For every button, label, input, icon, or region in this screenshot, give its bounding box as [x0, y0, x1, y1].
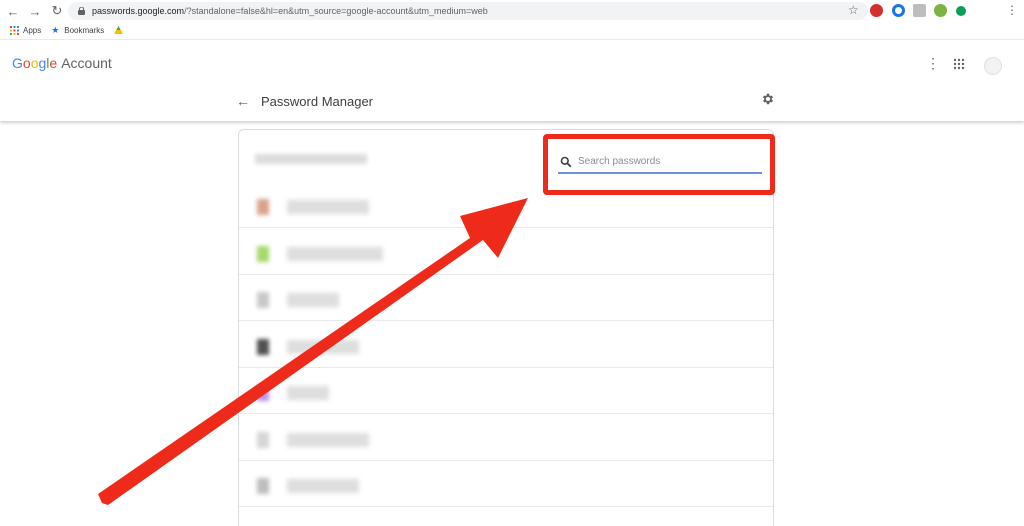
url-host: passwords.google.com [92, 6, 185, 16]
bookmark-apps-label: Apps [23, 26, 42, 35]
back-icon[interactable]: ← [236, 93, 250, 109]
extension-square-icon[interactable] [913, 4, 926, 17]
bookmark-star-icon[interactable]: ☆ [848, 3, 859, 17]
site-name-blurred [287, 200, 369, 214]
password-row[interactable] [239, 229, 773, 275]
browser-toolbar: ← → ↻ passwords.google.com/?standalone=f… [0, 0, 1024, 22]
site-favicon-icon [257, 199, 269, 215]
google-account-logo[interactable]: Google Account [12, 55, 112, 71]
search-input[interactable] [578, 153, 758, 169]
site-name-blurred [287, 432, 369, 447]
site-favicon-icon [257, 338, 269, 355]
forward-arrow-icon[interactable]: → [26, 2, 44, 20]
url-path: /?standalone=false&hl=en&utm_source=goog… [184, 6, 488, 16]
site-name-blurred [287, 386, 329, 400]
site-name-blurred [287, 293, 339, 307]
bookmark-bookmarks[interactable]: ★ Bookmarks [51, 25, 105, 36]
extension-ring-icon[interactable] [892, 4, 905, 17]
bookmark-apps[interactable]: Apps [10, 26, 41, 35]
search-underline [558, 172, 762, 174]
site-name-blurred [287, 339, 359, 354]
site-favicon-icon [257, 478, 269, 494]
chrome-menu-icon[interactable]: ⋮ [1006, 3, 1018, 17]
lock-icon [78, 6, 85, 15]
site-favicon-icon [257, 431, 269, 448]
page-subheader: ← Password Manager [0, 85, 1024, 121]
apps-launcher-icon[interactable] [953, 57, 965, 73]
avatar[interactable] [984, 57, 1002, 75]
search-icon [560, 155, 572, 168]
gear-icon[interactable] [761, 92, 775, 109]
page-title: Password Manager [261, 94, 373, 109]
bookmarks-bar: Apps ★ Bookmarks [0, 22, 1024, 40]
back-arrow-icon[interactable]: ← [4, 2, 22, 20]
site-favicon-icon [257, 385, 269, 401]
site-name-blurred [287, 246, 383, 261]
drive-icon [114, 26, 124, 35]
password-row[interactable] [239, 461, 773, 507]
extension-red-icon[interactable] [870, 4, 883, 17]
account-label: Account [61, 55, 112, 71]
extension-badge-icon[interactable] [934, 4, 947, 17]
password-row[interactable] [239, 368, 773, 414]
password-row[interactable] [239, 275, 773, 321]
screen: ← → ↻ passwords.google.com/?standalone=f… [0, 0, 1024, 526]
more-options-icon[interactable]: ⋮ [926, 55, 940, 72]
apps-grid-icon [10, 26, 19, 35]
app-header: Google Account ⋮ [0, 41, 1024, 85]
bookmark-drive[interactable] [114, 26, 127, 35]
site-name-blurred [287, 479, 359, 493]
password-row[interactable] [239, 415, 773, 461]
site-favicon-icon [257, 292, 269, 308]
bookmark-star-blue-icon: ★ [51, 25, 60, 35]
saved-passwords-heading-blurred [255, 154, 367, 164]
site-favicon-icon [257, 245, 269, 262]
reload-icon[interactable]: ↻ [48, 2, 66, 20]
google-wordmark: Google [12, 55, 58, 71]
address-bar[interactable]: passwords.google.com/?standalone=false&h… [68, 2, 868, 20]
password-row[interactable] [239, 322, 773, 368]
extension-green-icon[interactable] [956, 6, 966, 16]
bookmark-bookmarks-label: Bookmarks [64, 26, 105, 35]
search-highlight-box [543, 134, 775, 195]
